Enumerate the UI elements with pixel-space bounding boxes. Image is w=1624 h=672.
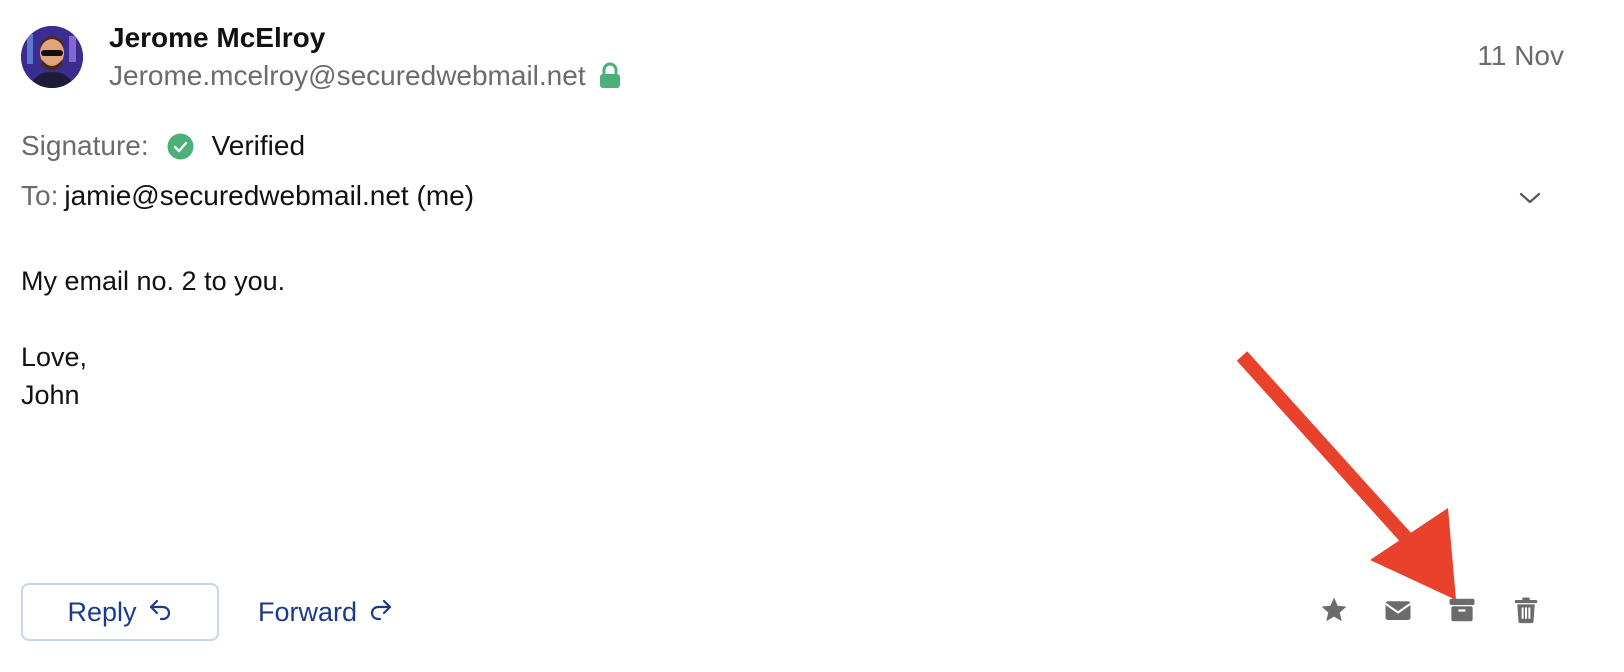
sender-name: Jerome McElroy [109, 22, 326, 53]
signature-row: Signature: Verified [21, 130, 305, 162]
trash-icon[interactable] [1510, 594, 1542, 626]
message-body: My email no. 2 to you. Love, John [21, 262, 285, 414]
recipient-value: jamie@securedwebmail.net (me) [64, 180, 475, 211]
message-line: My email no. 2 to you. [21, 266, 286, 296]
message-actions [1318, 594, 1542, 626]
chevron-down-icon[interactable] [1518, 186, 1542, 210]
message-line: Love, [21, 342, 88, 372]
message-line: John [21, 380, 80, 410]
star-icon[interactable] [1318, 594, 1350, 626]
archive-icon[interactable] [1446, 594, 1478, 626]
reply-button[interactable]: Reply [21, 583, 219, 641]
recipient-label: To: [21, 180, 59, 211]
message-date: 11 Nov [1477, 40, 1564, 71]
annotation-arrow [1236, 351, 1456, 600]
forward-label: Forward [258, 596, 358, 627]
sender-avatar [21, 26, 83, 88]
reply-icon [147, 596, 173, 629]
recipient-row: To: jamie@securedwebmail.net (me) [21, 180, 474, 212]
mail-icon[interactable] [1382, 594, 1414, 626]
verified-check-icon [167, 133, 194, 160]
signature-status: Verified [211, 130, 306, 161]
signature-label: Signature: [21, 130, 149, 161]
lock-icon [598, 62, 622, 90]
sender-email: Jerome.mcelroy@securedwebmail.net [109, 60, 586, 91]
forward-icon [367, 596, 395, 629]
forward-button[interactable]: Forward [258, 583, 395, 641]
sender-email-row: Jerome.mcelroy@securedwebmail.net [109, 60, 622, 92]
reply-label: Reply [67, 596, 137, 627]
